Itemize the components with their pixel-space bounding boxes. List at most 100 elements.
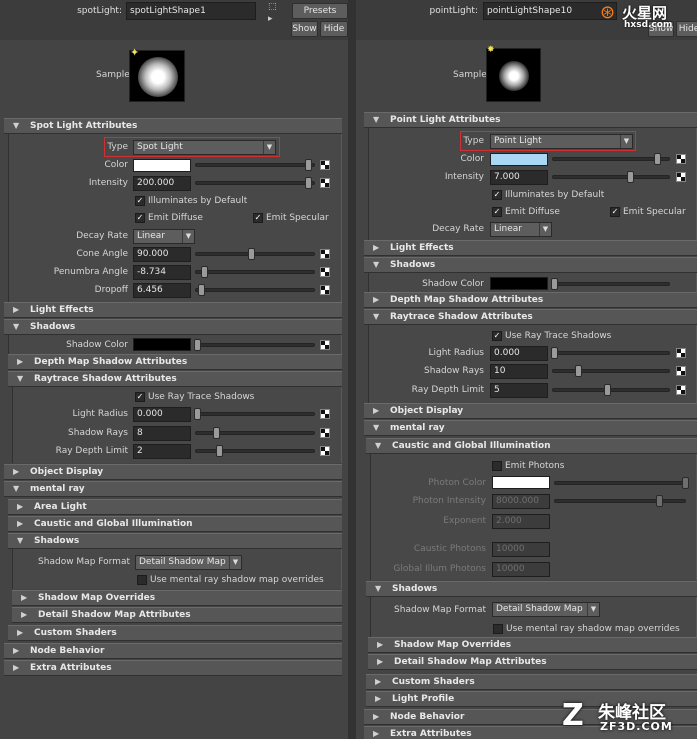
section-depth-map-shadow[interactable]: ▶ Depth Map Shadow Attributes xyxy=(8,354,342,370)
color-map-button[interactable] xyxy=(676,154,686,164)
intensity-slider-thumb[interactable] xyxy=(627,171,634,183)
shadow-map-format-dropdown[interactable]: Detail Shadow Map ▼ xyxy=(492,602,600,617)
light-radius-slider-track[interactable] xyxy=(195,412,315,416)
exponent-field[interactable]: 2.000 xyxy=(492,514,550,529)
light-radius-slider-thumb[interactable] xyxy=(194,408,201,420)
section-light-effects[interactable]: ▶ Light Effects xyxy=(4,302,342,318)
section-point-light-attributes[interactable]: ▼ Point Light Attributes xyxy=(364,112,697,128)
dropoff-field[interactable]: 6.456 xyxy=(133,283,191,298)
shadow-rays-field[interactable]: 8 xyxy=(133,426,191,441)
photon-intensity-slider-thumb[interactable] xyxy=(656,495,663,507)
hide-button[interactable]: Hide xyxy=(320,21,348,37)
color-map-button[interactable] xyxy=(320,160,330,170)
emit-diffuse-checkbox[interactable]: ✓ xyxy=(492,207,502,217)
ray-depth-slider-thumb[interactable] xyxy=(604,384,611,396)
ray-depth-map-button[interactable] xyxy=(320,446,330,456)
light-radius-field[interactable]: 0.000 xyxy=(133,407,191,422)
global-illum-photons-field[interactable]: 10000 xyxy=(492,562,550,577)
penumbra-map-button[interactable] xyxy=(320,267,330,277)
shadow-map-format-dropdown[interactable]: Detail Shadow Map ▼ xyxy=(135,555,242,570)
use-raytrace-checkbox[interactable]: ✓ xyxy=(135,392,145,402)
use-mr-overrides-checkbox[interactable] xyxy=(137,575,147,585)
color-swatch[interactable] xyxy=(133,159,191,172)
emit-photons-checkbox[interactable] xyxy=(492,461,502,471)
illuminates-checkbox[interactable]: ✓ xyxy=(492,190,502,200)
section-shadows[interactable]: ▼ Shadows xyxy=(4,319,342,335)
ray-depth-slider-track[interactable] xyxy=(552,388,670,392)
emit-specular-checkbox[interactable]: ✓ xyxy=(253,213,263,223)
shadow-rays-slider-thumb[interactable] xyxy=(213,427,220,439)
shadow-color-swatch[interactable] xyxy=(133,338,191,351)
color-swatch[interactable] xyxy=(490,153,548,166)
section-shadows[interactable]: ▼ Shadows xyxy=(364,257,697,273)
ray-depth-limit-field[interactable]: 2 xyxy=(133,444,191,459)
shadow-rays-slider-thumb[interactable] xyxy=(575,365,582,377)
section-mental-ray[interactable]: ▼ mental ray xyxy=(364,420,697,436)
light-radius-slider-track[interactable] xyxy=(552,351,670,355)
light-radius-slider-thumb[interactable] xyxy=(551,347,558,359)
dropoff-slider-track[interactable] xyxy=(195,288,315,292)
node-name-field[interactable]: spotLightShape1 xyxy=(126,2,256,20)
show-button[interactable]: Show xyxy=(291,21,318,37)
intensity-slider-thumb[interactable] xyxy=(305,177,312,189)
shadow-color-slider-track[interactable] xyxy=(552,282,670,286)
dropoff-slider-thumb[interactable] xyxy=(198,284,205,296)
emit-diffuse-checkbox[interactable]: ✓ xyxy=(135,213,145,223)
ray-depth-map-button[interactable] xyxy=(676,385,686,395)
section-mr-shadows[interactable]: ▼ Shadows xyxy=(366,581,697,597)
shadow-rays-slider-track[interactable] xyxy=(552,369,670,373)
shadow-color-swatch[interactable] xyxy=(490,277,548,290)
intensity-map-button[interactable] xyxy=(676,172,686,182)
penumbra-slider-track[interactable] xyxy=(195,270,315,274)
photon-color-swatch[interactable] xyxy=(492,476,550,489)
section-raytrace-shadow[interactable]: ▼ Raytrace Shadow Attributes xyxy=(364,309,697,325)
section-depth-map-shadow[interactable]: ▶ Depth Map Shadow Attributes xyxy=(364,292,697,308)
section-shadow-map-overrides[interactable]: ▶ Shadow Map Overrides xyxy=(12,590,342,606)
ray-depth-limit-field[interactable]: 5 xyxy=(490,383,548,398)
presets-button[interactable]: Presets xyxy=(292,3,348,19)
section-custom-shaders[interactable]: ▶ Custom Shaders xyxy=(366,674,697,690)
cone-angle-field[interactable]: 90.000 xyxy=(133,247,191,262)
section-detail-shadow-map[interactable]: ▶ Detail Shadow Map Attributes xyxy=(12,607,342,623)
dropoff-map-button[interactable] xyxy=(320,285,330,295)
penumbra-slider-thumb[interactable] xyxy=(201,266,208,278)
color-slider-track[interactable] xyxy=(552,157,670,161)
section-caustic-gi[interactable]: ▶ Caustic and Global Illumination xyxy=(8,516,342,532)
section-mr-shadows[interactable]: ▼ Shadows xyxy=(8,533,342,549)
section-object-display[interactable]: ▶ Object Display xyxy=(364,403,697,419)
color-slider-thumb[interactable] xyxy=(654,153,661,165)
use-raytrace-checkbox[interactable]: ✓ xyxy=(492,331,502,341)
shadow-color-slider-track[interactable] xyxy=(195,343,315,347)
photon-intensity-field[interactable]: 8000.000 xyxy=(492,494,550,509)
color-slider-track[interactable] xyxy=(195,163,315,167)
light-radius-map-button[interactable] xyxy=(320,409,330,419)
intensity-slider-track[interactable] xyxy=(552,175,670,179)
goto-output-icon[interactable]: ▸ xyxy=(268,14,278,24)
illuminates-checkbox[interactable]: ✓ xyxy=(135,196,145,206)
shadow-color-slider-thumb[interactable] xyxy=(551,278,558,290)
penumbra-angle-field[interactable]: -8.734 xyxy=(133,265,191,280)
section-caustic-gi[interactable]: ▼ Caustic and Global Illumination xyxy=(366,438,697,454)
section-extra-attributes[interactable]: ▶ Extra Attributes xyxy=(4,660,342,676)
section-detail-shadow-map[interactable]: ▶ Detail Shadow Map Attributes xyxy=(368,654,697,670)
section-custom-shaders[interactable]: ▶ Custom Shaders xyxy=(8,625,342,641)
intensity-field[interactable]: 7.000 xyxy=(490,170,548,185)
section-mental-ray[interactable]: ▼ mental ray xyxy=(4,481,342,497)
shadow-rays-field[interactable]: 10 xyxy=(490,364,548,379)
light-radius-map-button[interactable] xyxy=(676,348,686,358)
ray-depth-slider-thumb[interactable] xyxy=(216,445,223,457)
light-radius-field[interactable]: 0.000 xyxy=(490,346,548,361)
section-raytrace-shadow[interactable]: ▼ Raytrace Shadow Attributes xyxy=(8,371,342,387)
emit-specular-checkbox[interactable]: ✓ xyxy=(610,207,620,217)
photon-color-slider-track[interactable] xyxy=(554,481,686,485)
node-name-field[interactable]: pointLightShape10 xyxy=(483,2,617,20)
photon-intensity-slider-track[interactable] xyxy=(554,499,686,503)
caustic-photons-field[interactable]: 10000 xyxy=(492,542,550,557)
section-node-behavior[interactable]: ▶ Node Behavior xyxy=(4,643,342,659)
cone-angle-slider-thumb[interactable] xyxy=(248,248,255,260)
shadow-rays-map-button[interactable] xyxy=(676,366,686,376)
intensity-field[interactable]: 200.000 xyxy=(133,176,191,191)
section-light-effects[interactable]: ▶ Light Effects xyxy=(364,240,697,256)
decay-rate-dropdown[interactable]: Linear ▼ xyxy=(490,222,552,237)
color-slider-thumb[interactable] xyxy=(305,159,312,171)
